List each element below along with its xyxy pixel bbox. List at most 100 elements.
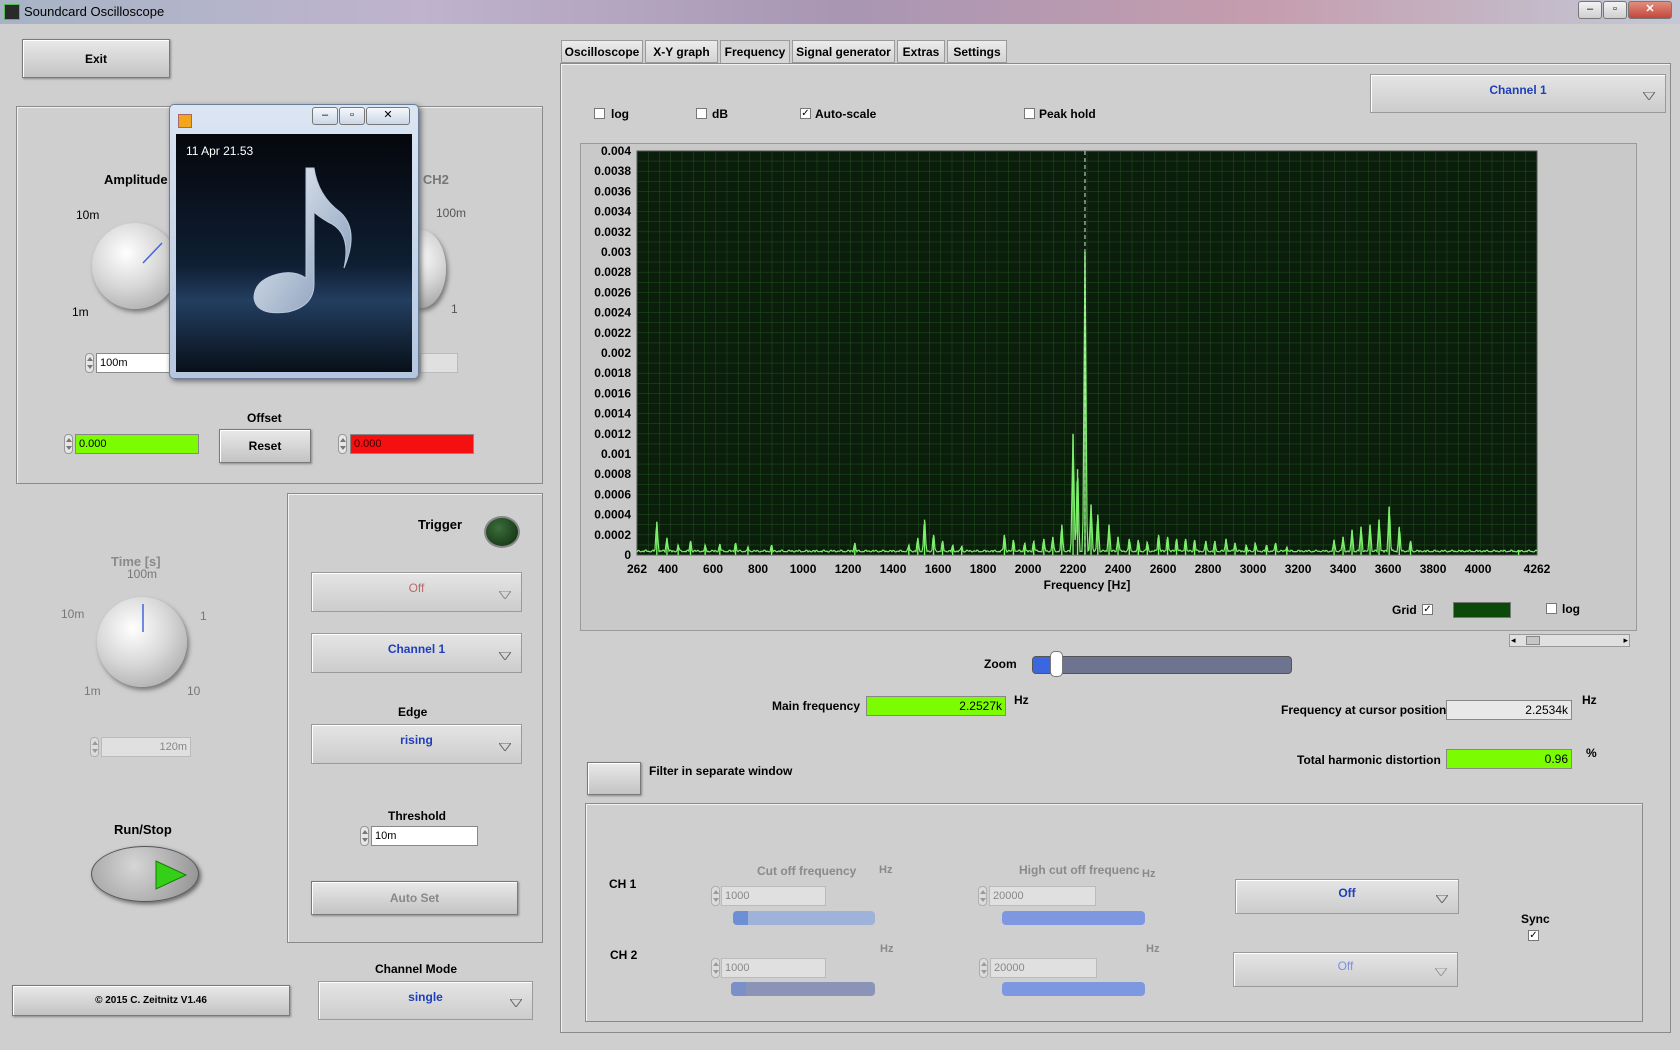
- run-stop-button[interactable]: [91, 846, 199, 902]
- popup-close-button[interactable]: ✕: [366, 107, 410, 125]
- grid-checkbox[interactable]: ✓: [1422, 604, 1433, 615]
- exit-button[interactable]: Exit: [22, 39, 170, 78]
- db-checkbox[interactable]: [696, 108, 707, 119]
- graph-scrollbar[interactable]: ◂ ▸: [1509, 634, 1630, 647]
- time-input[interactable]: 120m: [101, 737, 191, 757]
- edge-select[interactable]: rising: [311, 724, 522, 764]
- x-tick-label: 3000: [1240, 562, 1267, 576]
- ch1-highcut-slider[interactable]: [1002, 911, 1145, 925]
- trigger-mode-select[interactable]: Off: [311, 572, 522, 612]
- popup-minimize-button[interactable]: –: [312, 107, 338, 125]
- peakhold-checkbox[interactable]: [1024, 108, 1035, 119]
- main-frequency-label: Main frequency: [772, 699, 861, 713]
- peakhold-label: Peak hold: [1039, 107, 1096, 121]
- ch1-filter-mode-value: Off: [1338, 886, 1356, 900]
- minimize-button[interactable]: –: [1578, 1, 1602, 19]
- y-tick-label: 0.0006: [594, 487, 631, 501]
- ch2-highcut-input[interactable]: 20000: [990, 958, 1097, 978]
- scroll-left-icon[interactable]: ◂: [1511, 635, 1516, 646]
- xlog-checkbox[interactable]: [1546, 603, 1557, 614]
- y-tick-label: 0.0036: [594, 184, 631, 198]
- tab-xy-graph[interactable]: X-Y graph: [645, 40, 718, 63]
- spectrum-chart: 0 0.0002 0.0004 0.0006 0.0008 0.001 0.0012 0.00…: [594, 144, 1551, 592]
- time-tick-100m: 100m: [127, 567, 158, 581]
- x-axis-label: Frequency [Hz]: [1044, 578, 1131, 592]
- ch1-amplitude-knob[interactable]: [92, 223, 178, 309]
- threshold-input[interactable]: 10m: [371, 826, 478, 846]
- grid-color-swatch[interactable]: [1453, 602, 1511, 618]
- x-tick-label: 2800: [1195, 562, 1222, 576]
- ch2-cutoff-spinner[interactable]: [711, 958, 720, 978]
- x-tick-label: 3800: [1420, 562, 1447, 576]
- copyright-button[interactable]: © 2015 C. Zeitnitz V1.46: [12, 985, 290, 1016]
- ch2-highcut-slider[interactable]: [1002, 982, 1145, 996]
- ch1-offset-input[interactable]: 0.000: [75, 434, 199, 454]
- x-tick-label: 2600: [1150, 562, 1177, 576]
- x-tick-label: 262: [627, 562, 647, 576]
- x-tick-label: 1200: [835, 562, 862, 576]
- y-tick-label: 0.0002: [594, 528, 631, 542]
- ch1-highcut-input[interactable]: 20000: [989, 886, 1096, 906]
- zoom-slider-thumb[interactable]: [1050, 651, 1063, 677]
- ch2-cutoff-slider[interactable]: [731, 982, 875, 996]
- chevron-down-icon: [1643, 92, 1655, 100]
- time-spinner[interactable]: [90, 737, 99, 757]
- ch2-amplitude-input[interactable]: [420, 353, 458, 373]
- log-checkbox[interactable]: [594, 108, 605, 119]
- media-popup-window[interactable]: – ▫ ✕ 11 Apr 21.53: [169, 104, 419, 379]
- x-tick-label: 2200: [1060, 562, 1087, 576]
- xlog-label: log: [1562, 602, 1580, 616]
- ch1-amplitude-spinner[interactable]: [85, 353, 94, 373]
- reset-label: Reset: [248, 439, 282, 453]
- tab-signal-generator[interactable]: Signal generator: [792, 40, 895, 63]
- highcut-unit: Hz: [1142, 868, 1156, 880]
- scroll-right-icon[interactable]: ▸: [1623, 635, 1628, 646]
- ch1-filter-mode-select[interactable]: Off: [1235, 879, 1459, 914]
- sync-checkbox[interactable]: ✓: [1528, 930, 1539, 941]
- cursor-frequency-value: 2.2534k: [1446, 700, 1572, 720]
- close-button[interactable]: ✕: [1628, 1, 1672, 19]
- ch2-filter-mode-select[interactable]: Off: [1233, 952, 1458, 987]
- ch1-cutoff-spinner[interactable]: [711, 886, 720, 906]
- edge-value: rising: [400, 733, 433, 747]
- ch2-offset-spinner[interactable]: [338, 434, 347, 454]
- maximize-button[interactable]: ▫: [1603, 1, 1627, 19]
- tab-settings[interactable]: Settings: [947, 40, 1007, 63]
- ch1-highcut-spinner[interactable]: [978, 886, 987, 906]
- y-tick-label: 0.0022: [594, 326, 631, 340]
- ch1-amplitude-input[interactable]: 100m: [96, 353, 171, 373]
- ch2-filter-mode-value: Off: [1337, 959, 1354, 973]
- autoset-button[interactable]: Auto Set: [311, 881, 518, 915]
- y-tick-label: 0.0032: [594, 225, 631, 239]
- tab-frequency[interactable]: Frequency: [720, 40, 790, 65]
- tab-extras[interactable]: Extras: [897, 40, 945, 63]
- ch1-cutoff-slider[interactable]: [733, 911, 875, 925]
- tab-oscilloscope[interactable]: Oscilloscope: [561, 40, 643, 63]
- scroll-thumb[interactable]: [1526, 636, 1540, 645]
- x-tick-label: 4000: [1465, 562, 1492, 576]
- spectrum-channel-select[interactable]: Channel 1: [1370, 74, 1666, 113]
- grid-label: Grid: [1392, 603, 1417, 617]
- popup-maximize-button[interactable]: ▫: [339, 107, 365, 125]
- ch2-highcut-unit: Hz: [1146, 943, 1160, 955]
- window-title: Soundcard Oscilloscope: [24, 4, 165, 19]
- zoom-slider[interactable]: [1032, 651, 1292, 677]
- filter-window-button[interactable]: [587, 762, 641, 795]
- cutoff-unit: Hz: [879, 864, 893, 876]
- chevron-down-icon: [499, 743, 511, 751]
- autoscale-checkbox[interactable]: ✓: [800, 108, 811, 119]
- ch1-offset-spinner[interactable]: [64, 434, 73, 454]
- ch2-knob-tick-1: 1: [451, 302, 458, 316]
- ch1-cutoff-input[interactable]: 1000: [721, 886, 826, 906]
- offset-reset-button[interactable]: Reset: [219, 429, 311, 463]
- trigger-channel-select[interactable]: Channel 1: [311, 633, 522, 673]
- ch2-highcut-spinner[interactable]: [979, 958, 988, 978]
- ch2-offset-input[interactable]: 0.000: [350, 434, 474, 454]
- channel-mode-select[interactable]: single: [318, 981, 533, 1020]
- threshold-spinner[interactable]: [360, 826, 369, 846]
- ch2-cutoff-input[interactable]: 1000: [721, 958, 826, 978]
- x-tick-label: 4262: [1524, 562, 1551, 576]
- y-tick-label: 0.002: [601, 346, 631, 360]
- y-tick-label: 0.004: [601, 144, 631, 158]
- channel-mode-label: Channel Mode: [375, 962, 458, 976]
